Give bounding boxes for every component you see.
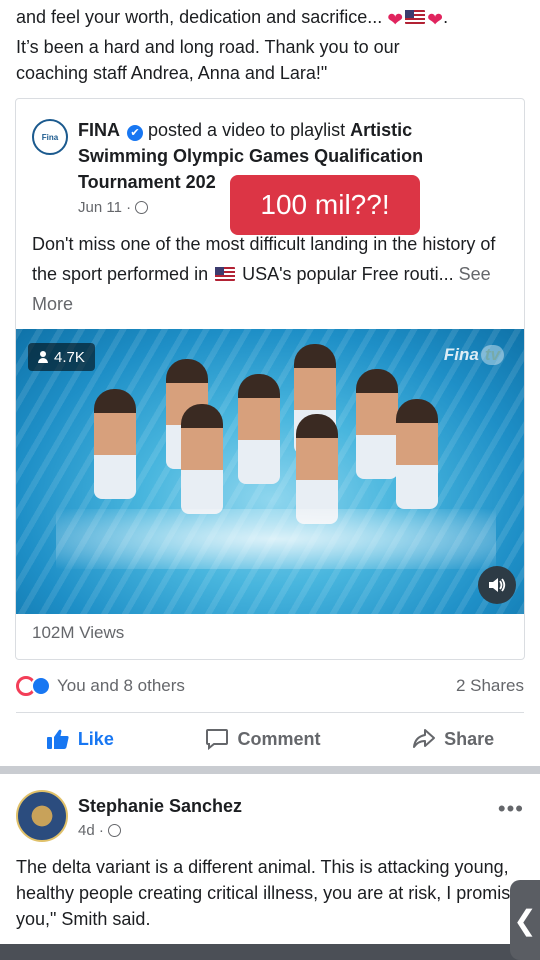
- post-text: and feel your worth, dedication and sacr…: [16, 4, 528, 86]
- thumbs-up-icon: [46, 729, 69, 749]
- globe-icon: [135, 201, 149, 214]
- like-label: Like: [77, 728, 114, 749]
- description-text: USA's popular Free routi...: [237, 264, 459, 284]
- media-preview-strip: [0, 944, 540, 960]
- speaker-icon: [489, 578, 506, 592]
- divider: [16, 712, 524, 713]
- share-label: Share: [444, 728, 495, 749]
- author-avatar[interactable]: [16, 790, 68, 842]
- live-viewers-badge: 4.7K: [28, 343, 95, 371]
- heart-emoji-icon: ❤: [387, 10, 404, 31]
- date-text: 4d ·: [78, 822, 104, 839]
- date-text: Jun 11 ·: [78, 199, 132, 216]
- post-action-text: posted a video to playlist: [143, 120, 351, 140]
- person-icon: [38, 351, 48, 363]
- comment-label: Comment: [237, 728, 321, 749]
- more-options-icon[interactable]: •••: [498, 796, 524, 822]
- post-text-line: It’s been a hard and long road. Thank yo…: [16, 37, 400, 57]
- swimmer-figure: [94, 389, 136, 499]
- share-arrow-icon: [413, 729, 436, 748]
- shares-count[interactable]: 2 Shares: [456, 676, 524, 696]
- swimmer-figure: [296, 414, 338, 524]
- comment-button[interactable]: Comment: [205, 728, 321, 750]
- post-text-line: and feel your worth, dedication and sacr…: [16, 7, 383, 27]
- caption-overlay: 100 mil??!: [230, 175, 420, 235]
- us-flag-emoji-icon: [215, 267, 236, 281]
- globe-icon: [107, 824, 121, 837]
- swimmer-figure: [396, 399, 438, 509]
- reactions-text: You and 8 others: [57, 676, 185, 695]
- avatar-label: Fina: [41, 132, 59, 142]
- us-flag-emoji-icon: [405, 10, 426, 24]
- post-text-line: coaching staff Andrea, Anna and Lara!": [16, 63, 328, 83]
- feed-separator: [0, 766, 540, 774]
- viewer-count: 4.7K: [54, 348, 85, 366]
- post-date[interactable]: Jun 11 ·: [78, 199, 149, 216]
- like-reaction-icon: [31, 676, 51, 696]
- brand-text: Fina: [443, 345, 479, 364]
- side-panel-handle[interactable]: ❮: [510, 880, 540, 960]
- comment-icon: [206, 729, 229, 750]
- share-button[interactable]: Share: [412, 728, 494, 750]
- author-name-link[interactable]: Stephanie Sanchez: [78, 796, 242, 817]
- heart-emoji-icon: ❤: [427, 10, 444, 31]
- reactions-summary[interactable]: You and 8 others: [16, 676, 185, 696]
- post-text: The delta variant is a different animal.…: [16, 857, 521, 929]
- reaction-icons: [16, 676, 51, 696]
- fina-avatar[interactable]: Fina: [32, 119, 68, 155]
- swimmer-figure: [356, 369, 398, 479]
- post-description: Don't miss one of the most difficult lan…: [32, 229, 510, 319]
- swimmer-figure: [238, 374, 280, 484]
- video-view-count: 102M Views: [32, 623, 125, 642]
- verified-badge-icon: ✔: [127, 125, 144, 141]
- swimmer-figure: [181, 404, 223, 514]
- volume-button[interactable]: [478, 566, 516, 604]
- water-splash: [56, 509, 496, 569]
- video-player[interactable]: 4.7K Fina tv: [16, 329, 524, 614]
- post-action-bar: Like Comment Share: [0, 718, 540, 760]
- brand-tv-text: tv: [480, 345, 504, 365]
- page-name-link[interactable]: FINA: [78, 120, 120, 140]
- like-button[interactable]: Like: [46, 728, 114, 750]
- post-date[interactable]: 4d ·: [78, 822, 121, 839]
- fina-tv-logo: Fina tv: [444, 345, 504, 365]
